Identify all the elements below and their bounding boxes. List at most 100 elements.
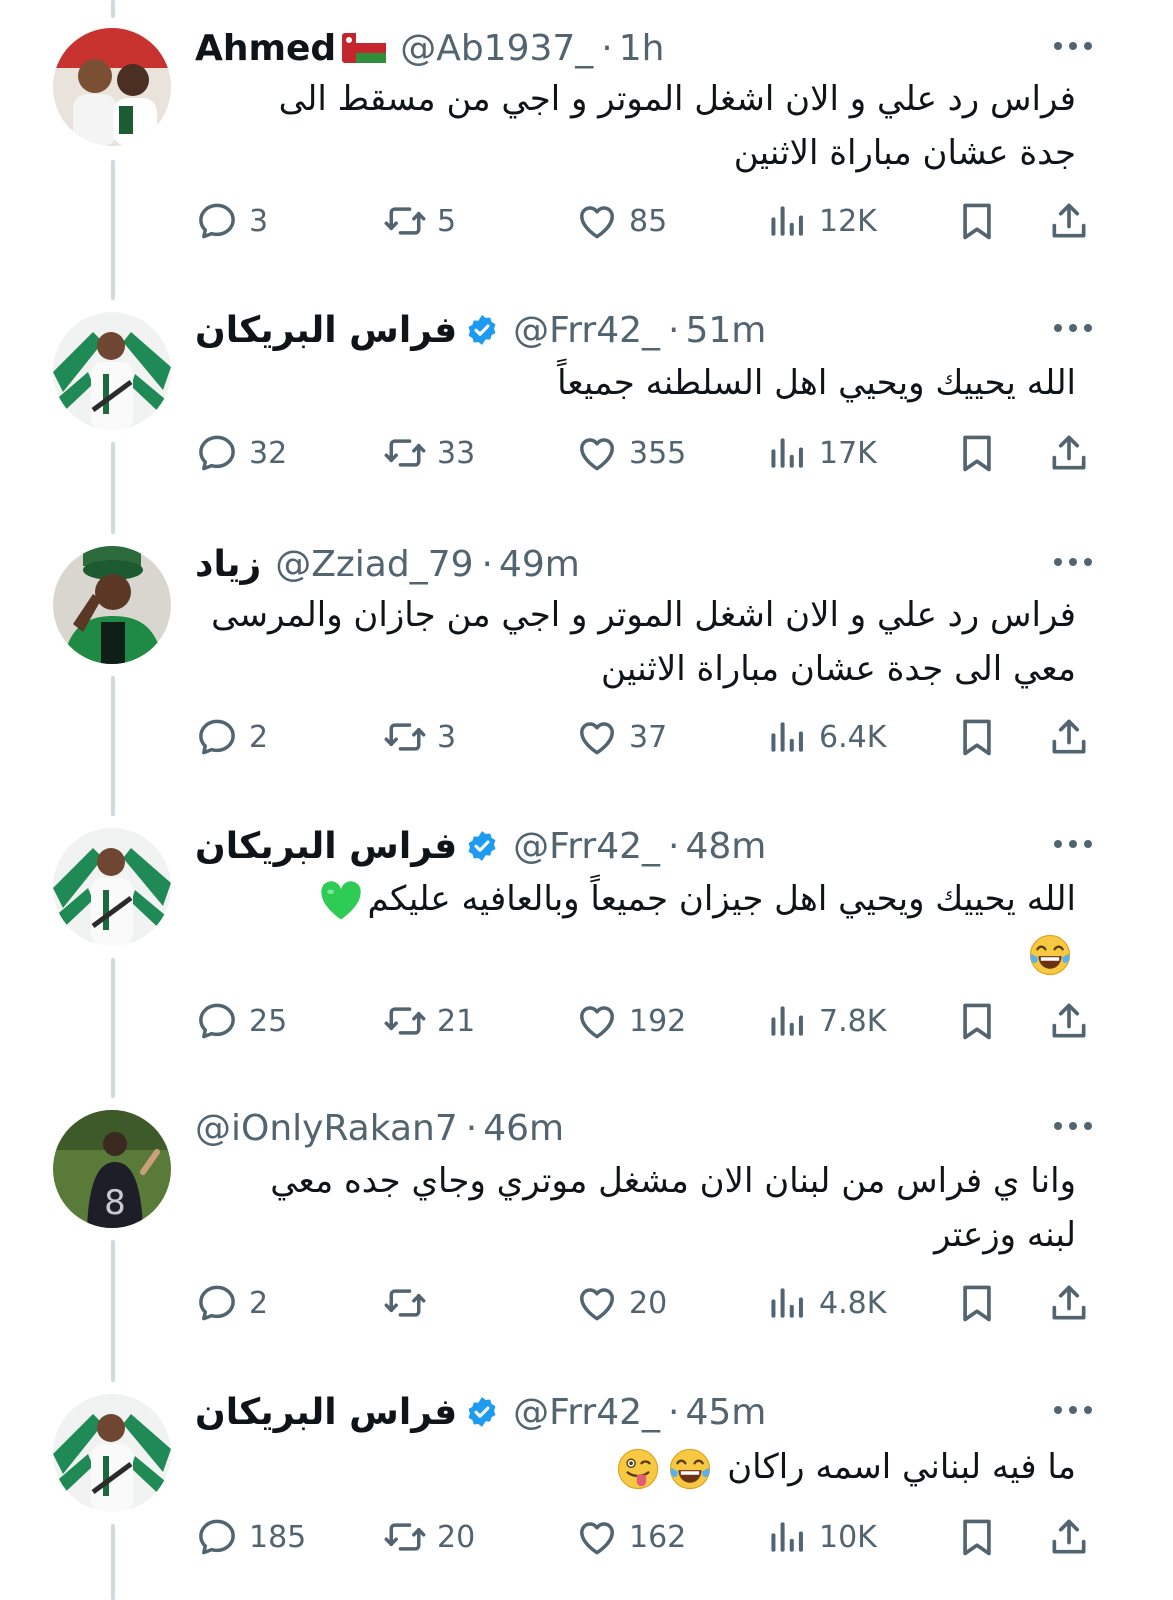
timestamp[interactable]: 45m bbox=[686, 1392, 767, 1433]
tweet-text: ما فيه لبناني اسمه راكان bbox=[196, 1440, 1076, 1494]
handle[interactable]: @Frr42_ bbox=[513, 826, 660, 867]
handle[interactable]: @iOnlyRakan7 bbox=[195, 1108, 458, 1149]
more-options-icon[interactable] bbox=[1054, 1406, 1092, 1418]
oman-flag-icon bbox=[342, 33, 387, 63]
handle[interactable]: @Zziad_79 bbox=[275, 544, 473, 585]
repost-icon bbox=[383, 431, 427, 475]
more-options-icon[interactable] bbox=[1054, 1122, 1092, 1134]
reply-count: 2 bbox=[249, 719, 269, 755]
reply-button[interactable]: 2 bbox=[195, 1278, 268, 1328]
bookmark-icon bbox=[955, 1515, 999, 1559]
handle[interactable]: @Frr42_ bbox=[513, 1392, 660, 1433]
verified-badge-icon bbox=[465, 313, 499, 347]
tweet-text-line: لبنه وزعتر bbox=[933, 1215, 1076, 1255]
reply-button[interactable]: 185 bbox=[195, 1512, 306, 1562]
tweet-text-line: الله يحييك ويحيي اهل جيزان جميعاً وبالعا… bbox=[367, 879, 1076, 919]
avatar[interactable] bbox=[53, 546, 171, 664]
like-button[interactable]: 37 bbox=[575, 712, 667, 762]
display-name[interactable]: Ahmed bbox=[195, 28, 336, 69]
repost-button[interactable]: 3 bbox=[383, 712, 456, 762]
heart-icon bbox=[575, 431, 619, 475]
timestamp[interactable]: 46m bbox=[483, 1108, 564, 1149]
reply-button[interactable]: 3 bbox=[195, 196, 268, 246]
avatar[interactable] bbox=[53, 828, 171, 946]
heart-icon bbox=[575, 999, 619, 1043]
bookmark-icon bbox=[955, 1281, 999, 1325]
view-count: 7.8K bbox=[819, 1003, 887, 1039]
timestamp[interactable]: 48m bbox=[686, 826, 767, 867]
share-button[interactable] bbox=[1047, 996, 1091, 1046]
more-options-icon[interactable] bbox=[1054, 324, 1092, 336]
avatar[interactable] bbox=[53, 28, 171, 146]
separator: · bbox=[668, 825, 680, 867]
heart-icon bbox=[575, 1515, 619, 1559]
views-icon bbox=[765, 431, 809, 475]
timestamp[interactable]: 1h bbox=[619, 28, 665, 69]
share-button[interactable] bbox=[1047, 196, 1091, 246]
bookmark-button[interactable] bbox=[955, 1278, 999, 1328]
tears-of-joy-emoji bbox=[1027, 932, 1073, 978]
views-button[interactable]: 10K bbox=[765, 1512, 877, 1562]
more-options-icon[interactable] bbox=[1054, 42, 1092, 54]
like-button[interactable]: 20 bbox=[575, 1278, 667, 1328]
reply-icon bbox=[195, 999, 239, 1043]
avatar[interactable] bbox=[53, 1394, 171, 1512]
views-icon bbox=[765, 1515, 809, 1559]
views-icon bbox=[765, 999, 809, 1043]
views-button[interactable]: 12K bbox=[765, 196, 877, 246]
repost-button[interactable] bbox=[383, 1278, 437, 1328]
views-button[interactable]: 7.8K bbox=[765, 996, 886, 1046]
view-count: 12K bbox=[819, 203, 877, 239]
more-options-icon[interactable] bbox=[1054, 558, 1092, 570]
tweet-text-line: معي الى جدة عشان مباراة الاثنين bbox=[601, 649, 1076, 689]
like-button[interactable]: 162 bbox=[575, 1512, 686, 1562]
tweet-text-line: وانا ي فراس من لبنان الان مشغل موتري وجا… bbox=[270, 1161, 1076, 1201]
share-button[interactable] bbox=[1047, 1512, 1091, 1562]
repost-button[interactable]: 33 bbox=[383, 428, 475, 478]
share-button[interactable] bbox=[1047, 428, 1091, 478]
timestamp[interactable]: 49m bbox=[499, 544, 580, 585]
bookmark-button[interactable] bbox=[955, 1512, 999, 1562]
repost-icon bbox=[383, 1281, 427, 1325]
reply-button[interactable]: 2 bbox=[195, 712, 268, 762]
timestamp[interactable]: 51m bbox=[686, 310, 767, 351]
avatar[interactable] bbox=[53, 312, 171, 430]
like-button[interactable]: 85 bbox=[575, 196, 667, 246]
display-name[interactable]: فراس البريكان bbox=[195, 826, 457, 867]
repost-count: 20 bbox=[437, 1519, 476, 1555]
tweet-text-line: جدة عشان مباراة الاثنين bbox=[733, 133, 1076, 173]
views-button[interactable]: 6.4K bbox=[765, 712, 886, 762]
views-button[interactable]: 17K bbox=[765, 428, 877, 478]
like-button[interactable]: 355 bbox=[575, 428, 686, 478]
handle[interactable]: @Ab1937_ bbox=[400, 28, 593, 69]
share-icon bbox=[1047, 199, 1091, 243]
thread-line bbox=[111, 442, 115, 534]
repost-button[interactable]: 5 bbox=[383, 196, 456, 246]
reply-button[interactable]: 25 bbox=[195, 996, 287, 1046]
like-button[interactable]: 192 bbox=[575, 996, 686, 1046]
reply-button[interactable]: 32 bbox=[195, 428, 287, 478]
bookmark-button[interactable] bbox=[955, 428, 999, 478]
display-name[interactable]: فراس البريكان bbox=[195, 1392, 457, 1433]
more-options-icon[interactable] bbox=[1054, 840, 1092, 852]
views-icon bbox=[765, 199, 809, 243]
bookmark-button[interactable] bbox=[955, 712, 999, 762]
bookmark-button[interactable] bbox=[955, 996, 999, 1046]
bookmark-button[interactable] bbox=[955, 196, 999, 246]
thread-line bbox=[111, 1240, 115, 1382]
repost-button[interactable]: 21 bbox=[383, 996, 475, 1046]
share-button[interactable] bbox=[1047, 712, 1091, 762]
share-button[interactable] bbox=[1047, 1278, 1091, 1328]
display-name[interactable]: فراس البريكان bbox=[195, 310, 457, 351]
heart-icon bbox=[575, 715, 619, 759]
avatar[interactable]: 8 bbox=[53, 1110, 171, 1228]
tweet-text-line: ما فيه لبناني اسمه راكان bbox=[727, 1447, 1076, 1487]
views-button[interactable]: 4.8K bbox=[765, 1278, 886, 1328]
repost-button[interactable]: 20 bbox=[383, 1512, 475, 1562]
bookmark-icon bbox=[955, 199, 999, 243]
reply-icon bbox=[195, 715, 239, 759]
tweet-header: فراس البريكان @Frr42_ · 51m bbox=[195, 300, 766, 360]
handle[interactable]: @Frr42_ bbox=[513, 310, 660, 351]
display-name[interactable]: زياد bbox=[195, 544, 261, 585]
action-bar: 3 5 85 12K bbox=[195, 196, 1095, 246]
